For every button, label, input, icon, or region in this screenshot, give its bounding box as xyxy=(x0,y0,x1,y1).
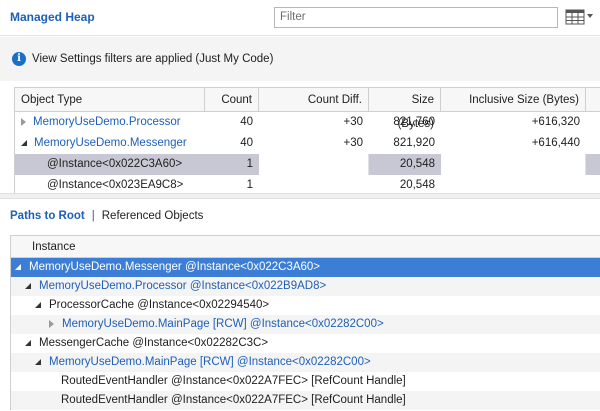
collapse-arrow-icon[interactable] xyxy=(35,301,41,308)
tree-instance-text: @Instance<0x022C3A60> xyxy=(184,261,321,273)
expand-arrow-icon[interactable] xyxy=(49,319,54,328)
tree-type-name: MemoryUseDemo.Messenger xyxy=(29,261,182,273)
inclusive-size-cell: +616,440 xyxy=(531,137,580,149)
paths-tree: Instance MemoryUseDemo.Messenger @Instan… xyxy=(10,235,600,410)
count-diff-cell xyxy=(259,154,369,175)
count-diff-cell: +30 xyxy=(343,116,363,128)
tab-bar: Paths to Root | Referenced Objects xyxy=(10,210,203,226)
inclusive-size-cell: +616,320 xyxy=(531,116,580,128)
column-header-count-diff[interactable]: Count Diff. xyxy=(259,88,369,112)
top-bar: Managed Heap Filter xyxy=(0,0,600,36)
tree-row[interactable]: MemoryUseDemo.MainPage [RCW] @Instance<0… xyxy=(11,315,600,334)
filter-input[interactable]: Filter xyxy=(274,7,558,28)
tree-type-name[interactable]: MemoryUseDemo.MainPage [RCW] xyxy=(62,318,247,330)
tree-instance-text: ProcessorCache @Instance<0x02294540> xyxy=(49,299,270,311)
info-message: View Settings filters are applied (Just … xyxy=(32,53,274,65)
tree-instance-text: MessengerCache @Instance<0x02282C3C> xyxy=(39,337,269,349)
count-cell: 40 xyxy=(240,137,253,149)
grid-icon[interactable] xyxy=(565,9,585,25)
object-type-name[interactable]: MemoryUseDemo.Messenger xyxy=(34,137,187,149)
info-icon: i xyxy=(12,52,26,66)
table-row[interactable]: MemoryUseDemo.Processor 40 +30 821,760 +… xyxy=(15,112,600,133)
instance-name: @Instance<0x022C3A60> xyxy=(47,158,183,170)
tree-instance-text: RoutedEventHandler @Instance<0x022A7FEC>… xyxy=(61,375,406,387)
tree-row[interactable]: ProcessorCache @Instance<0x02294540> xyxy=(11,296,600,315)
tree-row-selected[interactable]: MemoryUseDemo.Messenger @Instance<0x022C… xyxy=(11,258,600,277)
column-header-size[interactable]: Size (Bytes) xyxy=(369,88,441,130)
tab-separator: | xyxy=(91,210,95,222)
splitter[interactable] xyxy=(0,193,600,199)
table-header: Object Type Count Count Diff. Size (Byte… xyxy=(15,88,600,130)
size-cell: 821,920 xyxy=(393,137,435,149)
tab-paths-to-root[interactable]: Paths to Root xyxy=(10,210,85,222)
info-bar: i View Settings filters are applied (Jus… xyxy=(0,37,600,81)
tree-instance-text: RoutedEventHandler @Instance<0x022A7FEC>… xyxy=(61,394,406,406)
collapse-arrow-icon[interactable] xyxy=(15,263,21,270)
column-header-object-type[interactable]: Object Type xyxy=(15,88,205,112)
tree-instance-text: @Instance<0x02282C00> xyxy=(236,356,371,368)
tree-type-name[interactable]: MemoryUseDemo.MainPage [RCW] xyxy=(49,356,234,368)
table-row-selected[interactable]: @Instance<0x022C3A60> 1 20,548 xyxy=(15,154,600,175)
count-cell: 40 xyxy=(240,116,253,128)
column-header-instance[interactable]: Instance xyxy=(11,236,600,258)
collapse-arrow-icon[interactable] xyxy=(25,339,31,346)
tree-row[interactable]: RoutedEventHandler @Instance<0x022A7FEC>… xyxy=(11,391,600,410)
size-cell: 20,548 xyxy=(399,158,435,170)
collapse-arrow-icon[interactable] xyxy=(21,139,27,146)
object-type-name[interactable]: MemoryUseDemo.Processor xyxy=(33,116,181,128)
collapse-arrow-icon[interactable] xyxy=(35,358,41,365)
expand-arrow-icon[interactable] xyxy=(21,117,26,126)
tree-row[interactable]: MemoryUseDemo.MainPage [RCW] @Instance<0… xyxy=(11,353,600,372)
tree-instance-text: @Instance<0x022B9AD8> xyxy=(189,280,327,292)
tab-referenced-objects[interactable]: Referenced Objects xyxy=(102,210,204,222)
collapse-arrow-icon[interactable] xyxy=(25,282,31,289)
column-header-inclusive-size[interactable]: Inclusive Size (Bytes) xyxy=(441,88,586,112)
inclusive-size-cell xyxy=(441,154,586,175)
page-title: Managed Heap xyxy=(10,10,95,24)
tree-row[interactable]: MessengerCache @Instance<0x02282C3C> xyxy=(11,334,600,353)
chevron-down-icon[interactable] xyxy=(587,14,593,18)
count-diff-cell: +30 xyxy=(343,137,363,149)
table-row[interactable]: MemoryUseDemo.Messenger 40 +30 821,920 +… xyxy=(15,133,600,154)
tree-instance-text: @Instance<0x02282C00> xyxy=(249,318,384,330)
size-cell: 821,760 xyxy=(393,116,435,128)
tree-row[interactable]: RoutedEventHandler @Instance<0x022A7FEC>… xyxy=(11,372,600,391)
column-header-count[interactable]: Count xyxy=(205,88,259,112)
count-cell: 1 xyxy=(246,158,253,170)
tree-type-name[interactable]: MemoryUseDemo.Processor xyxy=(39,280,187,292)
tree-row[interactable]: MemoryUseDemo.Processor @Instance<0x022B… xyxy=(11,277,600,296)
object-table: Object Type Count Count Diff. Size (Byte… xyxy=(14,87,600,196)
